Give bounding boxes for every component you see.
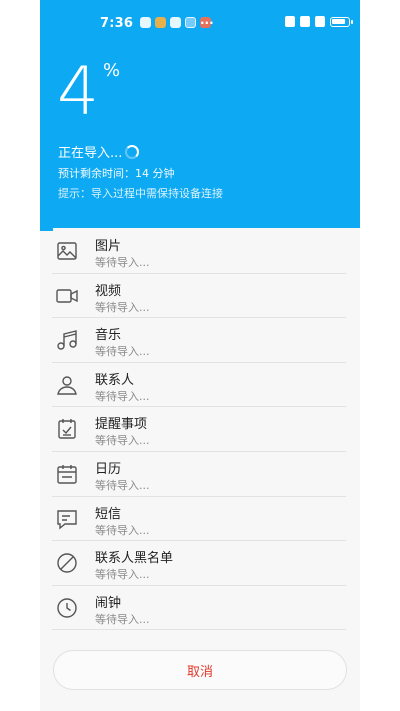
percent-sign: % <box>103 60 121 81</box>
list-item: 联系人 等待导入... <box>40 363 360 408</box>
video-icon <box>56 288 78 303</box>
item-title: 图片 <box>95 239 122 254</box>
system-icons <box>285 16 353 27</box>
item-title: 视频 <box>95 283 122 299</box>
divider <box>52 629 346 631</box>
item-title: 联系人黑名单 <box>95 551 174 567</box>
battery-icon <box>330 16 353 27</box>
contact-icon <box>57 376 77 395</box>
status-time: 7:36 <box>100 16 134 31</box>
import-status-text: 正在导入... <box>58 146 123 161</box>
message-icon <box>57 509 77 530</box>
item-title: 日历 <box>95 461 122 477</box>
notification-app-icon <box>185 17 196 28</box>
blocklist-icon <box>57 553 77 573</box>
list-item: 闹钟 等待导入... <box>40 586 360 631</box>
item-status: 等待导入... <box>95 345 150 359</box>
status-bar: 7:36 ··· <box>40 0 360 48</box>
item-status: 等待导入... <box>95 568 150 582</box>
cancel-button[interactable]: 取消 <box>53 650 347 690</box>
notification-app-icon <box>140 17 151 28</box>
item-title: 提醒事项 <box>95 417 148 433</box>
item-status: 等待导入... <box>95 434 150 448</box>
item-title: 联系人 <box>95 372 135 388</box>
reminder-icon <box>58 419 76 440</box>
item-status: 等待导入... <box>95 612 150 626</box>
loading-spinner-icon <box>125 144 140 159</box>
remaining-time: 预计剩余时间：14 分钟 <box>58 167 175 180</box>
item-title: 音乐 <box>95 328 122 344</box>
item-status: 等待导入... <box>95 256 150 269</box>
item-title: 短信 <box>95 506 122 522</box>
clock-icon <box>57 598 77 618</box>
notification-app-icon <box>155 17 166 28</box>
nfc-icon <box>285 16 295 27</box>
more-notifications-icon: ··· <box>200 16 214 30</box>
item-status: 等待导入... <box>95 478 150 492</box>
import-item-list: 图片 等待导入... 视频 等待导入... 音乐 等待导入... 联系人 等待导… <box>40 229 360 631</box>
signal-icon <box>315 16 325 27</box>
list-item: 短信 等待导入... <box>40 497 360 542</box>
progress-header: 7:36 ··· 4 % 正在导入... 预计剩余时间：14 分钟 提示：导入过… <box>40 0 360 228</box>
image-icon <box>57 242 77 260</box>
item-title: 闹钟 <box>95 595 122 611</box>
item-status: 等待导入... <box>95 523 150 537</box>
list-item: 联系人黑名单 等待导入... <box>40 541 360 586</box>
music-icon <box>57 330 77 350</box>
list-item: 音乐 等待导入... <box>40 318 360 363</box>
import-screen: 7:36 ··· 4 % 正在导入... 预计剩余时间：14 分钟 提示：导入过… <box>40 0 360 711</box>
connection-tip: 提示：导入过程中需保持设备连接 <box>58 187 223 200</box>
vibrate-icon <box>300 16 310 27</box>
list-item: 日历 等待导入... <box>40 452 360 497</box>
import-status: 正在导入... <box>58 142 140 161</box>
list-item: 图片 等待导入... <box>40 229 360 274</box>
list-item: 提醒事项 等待导入... <box>40 407 360 452</box>
calendar-icon <box>57 464 77 484</box>
item-status: 等待导入... <box>95 389 150 403</box>
progress-percent: 4 <box>57 53 99 130</box>
wifi-icon <box>170 17 181 28</box>
item-status: 等待导入... <box>95 300 150 314</box>
list-item: 视频 等待导入... <box>40 274 360 319</box>
